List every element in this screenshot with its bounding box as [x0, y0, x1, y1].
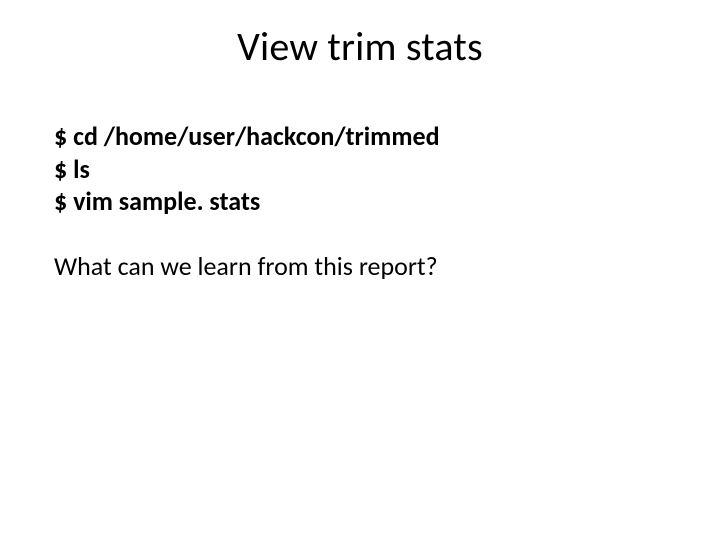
- command-text: vim sample. stats: [73, 185, 260, 217]
- slide-title: View trim stats: [0, 22, 720, 71]
- command-text: ls: [73, 153, 90, 185]
- question-text: What can we learn from this report?: [54, 250, 666, 283]
- spacer: [54, 218, 666, 250]
- prompt: $: [54, 153, 73, 185]
- command-text: cd /home/user/hackcon/trimmed: [73, 120, 439, 152]
- prompt: $: [54, 120, 73, 152]
- slide-body: $ cd /home/user/hackcon/trimmed $ ls $ v…: [54, 120, 666, 282]
- command-line-1: $ cd /home/user/hackcon/trimmed: [54, 120, 666, 153]
- command-line-2: $ ls: [54, 153, 666, 186]
- slide: View trim stats $ cd /home/user/hackcon/…: [0, 0, 720, 540]
- prompt: $: [54, 185, 73, 217]
- command-line-3: $ vim sample. stats: [54, 185, 666, 218]
